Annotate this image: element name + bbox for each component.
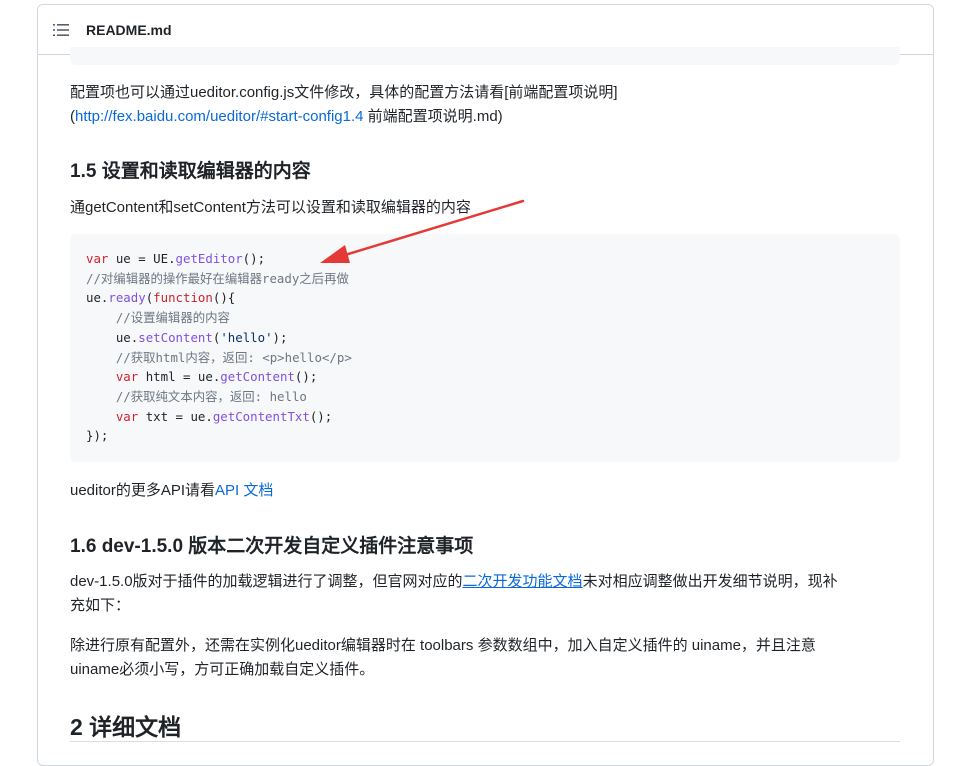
code-text: var ue = UE.getEditor(); //对编辑器的操作最好在编辑器… [86,251,352,444]
p1-text-a: dev-1.5.0版对于插件的加载逻辑进行了调整，但官网对应的 [70,573,463,590]
p2-text-a: 除进行原有配置外，还需在实例化ueditor编辑器时在 toolbars 参数数… [70,637,816,654]
section16-paragraph-1: dev-1.5.0版对于插件的加载逻辑进行了调整，但官网对应的二次开发功能文档未… [70,570,900,618]
file-title: README.md [86,22,172,38]
p2-text-b: uiname必须小写，方可正确加载自定义插件。 [70,661,375,678]
section15-description: 通getContent和setContent方法可以设置和读取编辑器的内容 [70,199,471,216]
readme-panel: README.md 配置项也可以通过ueditor.config.js文件修改，… [37,4,934,766]
secondary-dev-doc-link[interactable]: 二次开发功能文档 [463,573,583,590]
config-doc-link[interactable]: http://fex.baidu.com/ueditor/#start-conf… [75,108,364,125]
p1-text-c: 充如下： [70,597,131,614]
code-block: var ue = UE.getEditor(); //对编辑器的操作最好在编辑器… [70,234,900,462]
list-unordered-icon[interactable] [53,23,69,37]
heading-1-6: 1.6 dev-1.5.0 版本二次开发自定义插件注意事项 [70,536,474,557]
api-doc-link[interactable]: API 文档 [215,482,273,499]
p1-text-b: 未对相应调整做出开发细节说明，现补 [582,573,838,590]
intro-line2-rest: 前端配置项说明.md) [363,108,503,125]
api-paragraph: ueditor的更多API请看API 文档 [70,479,900,503]
api-text: ueditor的更多API请看 [70,482,216,499]
heading-1-5: 1.5 设置和读取编辑器的内容 [70,161,311,182]
intro-line1: 配置项也可以通过ueditor.config.js文件修改，具体的配置方法请看[… [70,84,618,101]
section16-paragraph-2: 除进行原有配置外，还需在实例化ueditor编辑器时在 toolbars 参数数… [70,634,900,682]
heading-2: 2 详细文档 [70,714,182,740]
intro-paragraph: 配置项也可以通过ueditor.config.js文件修改，具体的配置方法请看[… [70,81,900,129]
previous-code-block-edge [70,47,900,65]
